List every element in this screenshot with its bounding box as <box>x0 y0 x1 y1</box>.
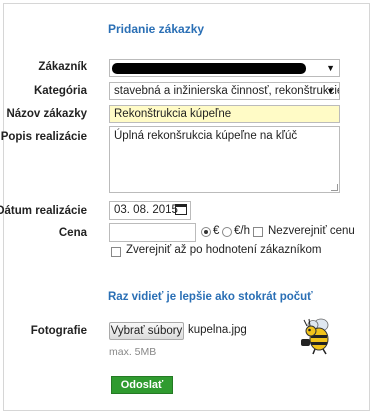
max-size-hint: max. 5MB <box>109 346 157 358</box>
customer-select[interactable]: ▼ <box>109 59 340 77</box>
promo-link[interactable]: Raz vidieť je lepšie ako stokrát počuť <box>108 291 313 303</box>
form-title: Pridanie zákazky <box>108 22 205 36</box>
currency-euro-label: € <box>213 225 220 237</box>
photos-label: Fotografie <box>30 325 87 337</box>
dropdown-arrow-icon: ▼ <box>326 86 335 96</box>
order-name-label: Názov zákazky <box>6 108 87 120</box>
submit-button[interactable]: Odoslať <box>111 376 173 394</box>
selected-file-name: kupelna.jpg <box>188 324 247 336</box>
description-textarea[interactable]: Úplná rekonšrukcia kúpeľne na kľúč <box>109 126 340 193</box>
hide-price-checkbox[interactable] <box>253 227 263 237</box>
choose-files-button[interactable]: Vybrať súbory <box>109 322 184 340</box>
resize-grip-icon[interactable] <box>331 184 338 191</box>
dropdown-arrow-icon: ▼ <box>326 63 335 73</box>
description-value: Úplná rekonšrukcia kúpeľne na kľúč <box>114 130 298 142</box>
bee-mascot-icon <box>301 318 329 355</box>
order-form-panel: Pridanie zákazky Zákazník ▼ Kategória st… <box>0 3 370 411</box>
currency-per-hour-radio[interactable] <box>222 227 232 237</box>
currency-euro-radio[interactable] <box>201 227 211 237</box>
price-input[interactable] <box>109 223 196 242</box>
hide-price-label: Nezverejniť cenu <box>268 225 355 237</box>
publish-after-rating-label: Zverejniť až po hodnotení zákazníkom <box>126 244 322 256</box>
category-value: stavebná a inžinierska činnosť, rekonštr… <box>114 85 340 97</box>
order-name-input[interactable]: Rekonštrukcia kúpeľne <box>109 105 340 123</box>
customer-label: Zákazník <box>38 61 87 73</box>
date-input[interactable]: 03. 08. 2015 <box>109 201 191 220</box>
calendar-icon[interactable] <box>175 204 187 215</box>
date-label: Dátum realizácie <box>0 205 87 217</box>
date-value: 03. 08. 2015 <box>114 204 178 216</box>
category-label: Kategória <box>33 85 87 97</box>
price-label: Cena <box>58 227 87 239</box>
description-label: Popis realizácie <box>0 131 87 143</box>
category-select[interactable]: stavebná a inžinierska činnosť, rekonštr… <box>109 82 340 100</box>
currency-per-hour-label: €/h <box>234 225 250 237</box>
publish-after-rating-checkbox[interactable] <box>111 247 121 257</box>
redacted-customer-name <box>112 63 306 74</box>
